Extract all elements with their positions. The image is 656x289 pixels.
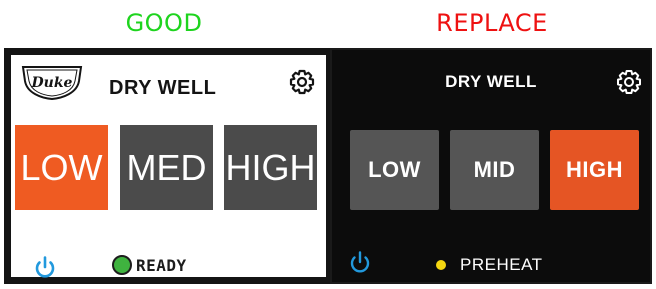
status-indicator: PREHEAT — [436, 255, 543, 275]
ready-light — [112, 255, 132, 275]
good-control-panel: Duke DRY WELL LOW MED HIGH READY — [4, 48, 330, 284]
comparison-stage: GOOD REPLACE Duke DRY WELL LOW MED HIGH — [0, 0, 656, 289]
status-indicator: READY — [112, 255, 187, 275]
replace-control-panel: DRY WELL LOW MID HIGH PREHEAT — [330, 48, 652, 284]
replace-panel-title: DRY WELL — [445, 72, 537, 91]
power-icon[interactable] — [346, 249, 374, 277]
preheat-light — [436, 260, 446, 270]
high-button[interactable]: HIGH — [224, 125, 317, 210]
high-button[interactable]: HIGH — [550, 130, 639, 210]
power-icon[interactable] — [31, 254, 59, 282]
good-heading: GOOD — [125, 9, 203, 37]
low-button[interactable]: LOW — [350, 130, 439, 210]
med-button[interactable]: MED — [120, 125, 213, 210]
svg-text:Duke: Duke — [31, 75, 73, 91]
replace-heading: REPLACE — [436, 9, 548, 37]
status-label: PREHEAT — [460, 255, 543, 274]
low-button[interactable]: LOW — [15, 125, 108, 210]
status-label: READY — [136, 255, 187, 275]
gear-icon[interactable] — [287, 67, 317, 97]
duke-logo: Duke — [19, 63, 85, 101]
mid-button[interactable]: MID — [450, 130, 539, 210]
good-panel-title: DRY WELL — [109, 77, 217, 99]
gear-icon[interactable] — [614, 67, 644, 97]
